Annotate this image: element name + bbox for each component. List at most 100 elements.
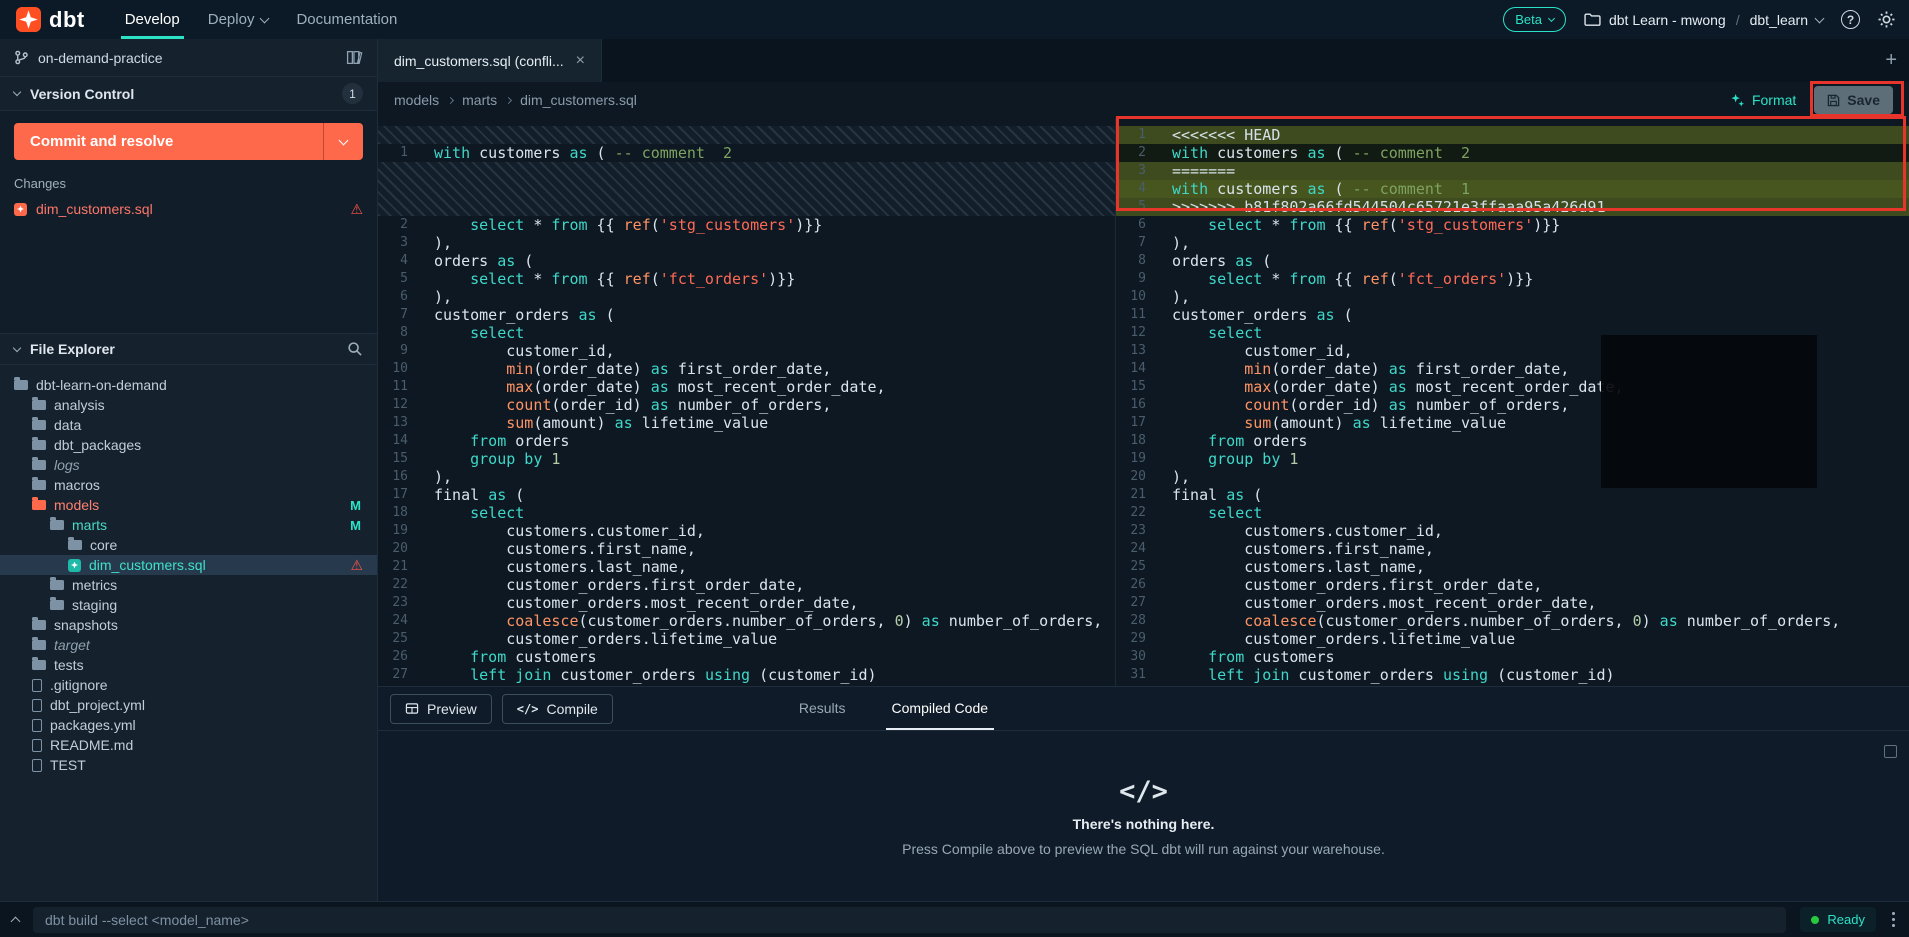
close-tab-icon[interactable]: × bbox=[576, 52, 585, 70]
tree-item-packages-yml[interactable]: packages.yml bbox=[0, 715, 377, 735]
line-number: 1 bbox=[378, 144, 424, 162]
tree-item-dbt-learn-on-demand[interactable]: dbt-learn-on-demand bbox=[0, 375, 377, 395]
tree-item-core[interactable]: core bbox=[0, 535, 377, 555]
nav-develop[interactable]: Develop bbox=[111, 0, 194, 39]
tree-item-analysis[interactable]: analysis bbox=[0, 395, 377, 415]
tree-item-logs[interactable]: logs bbox=[0, 455, 377, 475]
tree-item-models[interactable]: modelsM bbox=[0, 495, 377, 515]
version-control-header[interactable]: Version Control 1 bbox=[0, 77, 377, 111]
settings-gear-icon[interactable] bbox=[1878, 11, 1895, 28]
chevron-down-icon bbox=[339, 135, 349, 145]
file-explorer-header[interactable]: File Explorer bbox=[0, 333, 377, 365]
status-label: Ready bbox=[1827, 912, 1865, 927]
code-text: from customers bbox=[1162, 648, 1909, 666]
editor-tabbar: dim_customers.sql (confli... × + bbox=[378, 39, 1909, 82]
line-number: 19 bbox=[1116, 450, 1162, 468]
folder-icon bbox=[50, 600, 64, 610]
code-text: group by 1 bbox=[424, 450, 1115, 468]
format-button-label: Format bbox=[1752, 92, 1796, 108]
dbt-logo[interactable]: dbt bbox=[16, 7, 85, 33]
file-tree: dbt-learn-on-demandanalysisdatadbt_packa… bbox=[0, 365, 377, 901]
editor-left-pane[interactable]: 1with customers as ( -- comment 22 selec… bbox=[378, 118, 1116, 686]
line-number: 27 bbox=[1116, 594, 1162, 612]
tree-item-snapshots[interactable]: snapshots bbox=[0, 615, 377, 635]
code-text: ), bbox=[1162, 288, 1909, 306]
code-text: select bbox=[424, 324, 1115, 342]
tree-item-macros[interactable]: macros bbox=[0, 475, 377, 495]
folder-icon bbox=[68, 540, 82, 550]
tree-item-tests[interactable]: tests bbox=[0, 655, 377, 675]
save-button[interactable]: Save bbox=[1814, 86, 1893, 114]
tree-item-metrics[interactable]: metrics bbox=[0, 575, 377, 595]
code-line: 9 customer_id, bbox=[378, 342, 1115, 360]
changed-file-dim-customers-sql[interactable]: dim_customers.sql⚠ bbox=[0, 197, 377, 221]
commit-options-caret[interactable] bbox=[323, 123, 363, 160]
breadcrumb-item-models[interactable]: models bbox=[394, 92, 439, 108]
line-number: 13 bbox=[378, 414, 424, 432]
tree-item-gitignore[interactable]: .gitignore bbox=[0, 675, 377, 695]
tree-item-dim-customers-sql[interactable]: dim_customers.sql⚠ bbox=[0, 555, 377, 575]
status-dot-icon bbox=[1811, 916, 1819, 924]
git-branch-row[interactable]: on-demand-practice bbox=[0, 39, 377, 77]
save-floppy-icon bbox=[1827, 94, 1840, 107]
line-number: 6 bbox=[1116, 216, 1162, 234]
branch-row-icons bbox=[346, 50, 363, 65]
status-badge[interactable]: Ready bbox=[1800, 907, 1876, 932]
code-text: orders as ( bbox=[1162, 252, 1909, 270]
line-number: 25 bbox=[1116, 558, 1162, 576]
commit-and-resolve-button[interactable]: Commit and resolve bbox=[14, 123, 363, 160]
code-line: 3), bbox=[378, 234, 1115, 252]
breadcrumb-item-dim-customers-sql[interactable]: dim_customers.sql bbox=[520, 92, 637, 108]
breadcrumb-item-marts[interactable]: marts bbox=[462, 92, 497, 108]
format-button[interactable]: Format bbox=[1730, 92, 1796, 108]
folder-icon bbox=[32, 500, 46, 510]
tree-item-data[interactable]: data bbox=[0, 415, 377, 435]
new-panel-plus-icon[interactable]: + bbox=[1885, 49, 1897, 72]
code-text: select bbox=[1162, 504, 1909, 522]
chevron-up-icon[interactable] bbox=[11, 917, 21, 927]
docs-book-icon[interactable] bbox=[346, 50, 363, 65]
nav-documentation[interactable]: Documentation bbox=[282, 0, 411, 39]
top-navbar: dbt DevelopDeployDocumentation Beta dbt … bbox=[0, 0, 1909, 39]
empty-state-subtitle: Press Compile above to preview the SQL d… bbox=[902, 841, 1385, 857]
tree-item-staging[interactable]: staging bbox=[0, 595, 377, 615]
tree-item-readme-md[interactable]: README.md bbox=[0, 735, 377, 755]
account-switcher[interactable]: dbt Learn - mwong / dbt_learn bbox=[1584, 12, 1823, 28]
expand-panel-icon[interactable] bbox=[1884, 745, 1897, 758]
code-line: 28 coalesce(customer_orders.number_of_or… bbox=[1116, 612, 1909, 630]
tree-item-dbt-project-yml[interactable]: dbt_project.yml bbox=[0, 695, 377, 715]
code-line: 25 customer_orders.lifetime_value bbox=[378, 630, 1115, 648]
help-icon[interactable]: ? bbox=[1841, 10, 1860, 29]
tree-item-target[interactable]: target bbox=[0, 635, 377, 655]
search-icon[interactable] bbox=[347, 341, 363, 357]
code-line: 2with customers as ( -- comment 2 bbox=[1116, 144, 1909, 162]
code-line: 22 customer_orders.first_order_date, bbox=[378, 576, 1115, 594]
tree-item-label: dbt_project.yml bbox=[50, 697, 145, 713]
tab-results[interactable]: Results bbox=[793, 687, 852, 730]
compile-button[interactable]: </> Compile bbox=[502, 694, 613, 724]
command-input[interactable]: dbt build --select <model_name> bbox=[33, 907, 1786, 933]
code-text: customers.first_name, bbox=[1162, 540, 1909, 558]
code-text: max(order_date) as most_recent_order_dat… bbox=[424, 378, 1115, 396]
code-text: ======= bbox=[1162, 162, 1909, 180]
chevron-right-icon bbox=[447, 96, 454, 103]
code-line: 3======= bbox=[1116, 162, 1909, 180]
nav-deploy[interactable]: Deploy bbox=[194, 0, 283, 39]
more-menu-icon[interactable] bbox=[1890, 910, 1897, 929]
tab-compiled-code[interactable]: Compiled Code bbox=[886, 687, 995, 730]
code-text: select * from {{ ref('fct_orders')}} bbox=[424, 270, 1115, 288]
code-line: 25 customers.last_name, bbox=[1116, 558, 1909, 576]
folder-icon bbox=[50, 520, 64, 530]
tab-dim-customers-sql[interactable]: dim_customers.sql (confli... × bbox=[378, 39, 602, 82]
beta-badge[interactable]: Beta bbox=[1503, 7, 1566, 32]
line-number: 29 bbox=[1116, 630, 1162, 648]
tree-item-marts[interactable]: martsM bbox=[0, 515, 377, 535]
line-number: 7 bbox=[378, 306, 424, 324]
tree-item-dbt-packages[interactable]: dbt_packages bbox=[0, 435, 377, 455]
nav-right: Beta dbt Learn - mwong / dbt_learn ? bbox=[1503, 7, 1895, 32]
file-icon bbox=[32, 699, 42, 712]
folder-icon bbox=[14, 380, 28, 390]
preview-button[interactable]: Preview bbox=[390, 694, 492, 724]
tree-item-test[interactable]: TEST bbox=[0, 755, 377, 775]
code-text: with customers as ( -- comment 1 bbox=[1162, 180, 1909, 198]
